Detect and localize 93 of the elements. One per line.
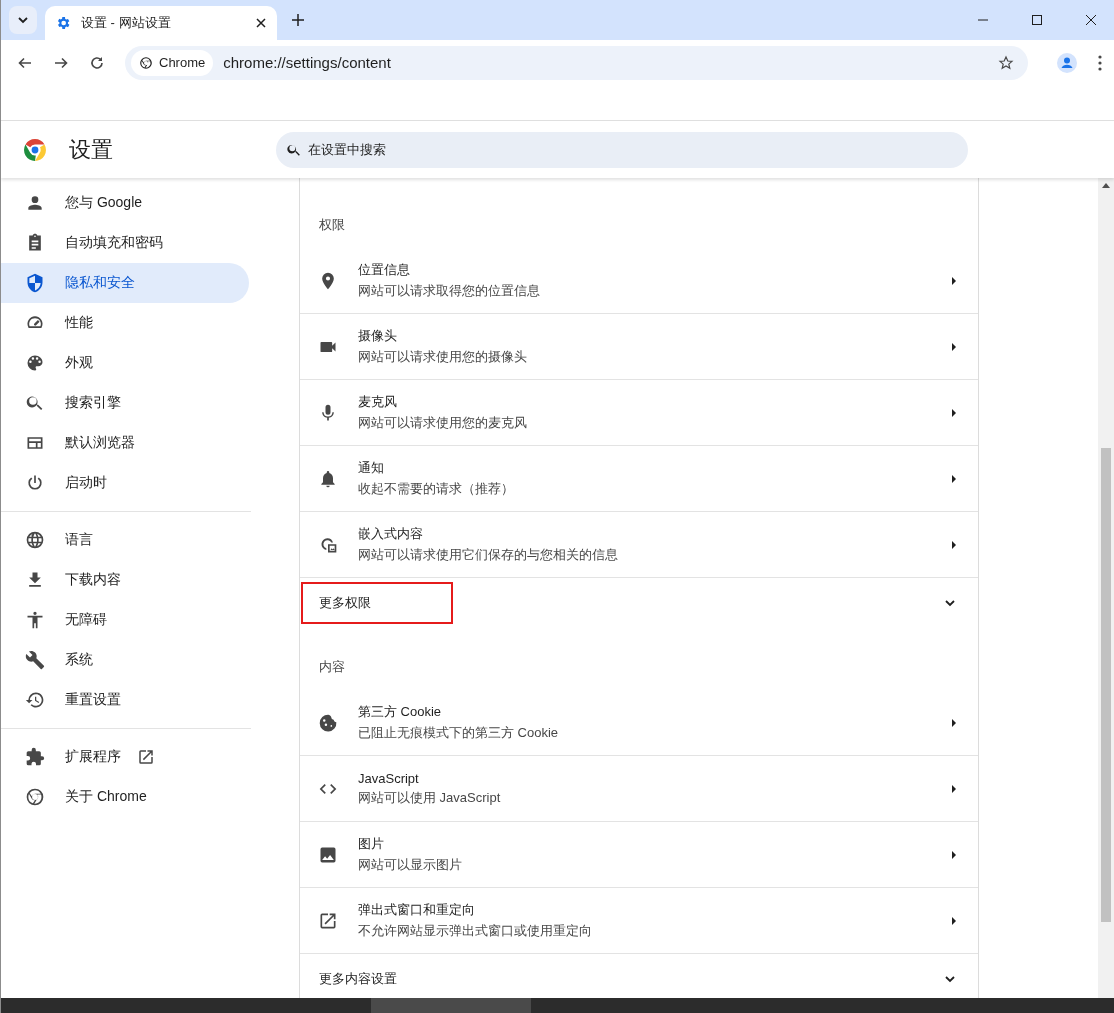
row-title: 更多内容设置 — [319, 970, 397, 988]
row-description: 已阻止无痕模式下的第三方 Cookie — [358, 724, 560, 742]
section-heading: 内容 — [318, 658, 346, 676]
settings-row[interactable]: JavaScript 网站可以使用 JavaScript — [300, 756, 978, 822]
new-tab-icon[interactable] — [291, 13, 305, 27]
arrow-right-icon — [950, 539, 958, 550]
settings-row[interactable]: 图片 网站可以显示图片 — [300, 822, 978, 888]
sidebar-item[interactable]: 关于 Chrome — [1, 777, 249, 817]
row-description: 网站可以请求使用它们保存的与您相关的信息 — [358, 546, 619, 564]
sidebar-item[interactable]: 无障碍 — [1, 600, 249, 640]
arrow-right-icon — [950, 473, 958, 484]
chip-label: Chrome — [159, 55, 206, 70]
settings-row[interactable]: 嵌入式内容 网站可以请求使用它们保存的与您相关的信息 — [300, 512, 978, 578]
arrow-right-icon — [950, 341, 958, 352]
row-title: JavaScript — [358, 770, 420, 786]
row-title: 弹出式窗口和重定向 — [358, 901, 476, 919]
more-menu-icon[interactable] — [1098, 54, 1102, 71]
globe-icon — [25, 530, 45, 550]
chevron-down-icon[interactable] — [944, 973, 956, 985]
puzzle-icon — [25, 747, 45, 767]
arrow-right-icon — [950, 849, 958, 860]
sidebar-item[interactable]: 性能 — [1, 303, 249, 343]
profile-avatar-icon[interactable] — [1056, 51, 1078, 74]
chevron-down-icon[interactable] — [944, 597, 956, 609]
settings-row[interactable]: 第三方 Cookie 已阻止无痕模式下的第三方 Cookie — [300, 690, 978, 756]
shield-icon — [25, 273, 45, 293]
address-bar[interactable]: Chrome chrome://settings/content — [125, 45, 1028, 80]
person-icon — [25, 193, 45, 213]
reload-icon[interactable] — [89, 54, 105, 71]
palette-icon — [25, 353, 45, 373]
page-title: 设置 — [69, 135, 114, 164]
close-icon[interactable] — [1085, 14, 1097, 26]
chrome-logo-icon — [23, 137, 47, 162]
settings-row[interactable]: 摄像头 网站可以请求使用您的摄像头 — [300, 314, 978, 380]
row-title: 通知 — [358, 459, 385, 477]
sidebar-item[interactable]: 隐私和安全 — [1, 263, 249, 303]
section-heading: 权限 — [318, 216, 346, 234]
settings-row[interactable]: 麦克风 网站可以请求使用您的麦克风 — [300, 380, 978, 446]
power-icon — [25, 473, 45, 493]
settings-row[interactable]: 位置信息 网站可以请求取得您的位置信息 — [300, 248, 978, 314]
settings-row[interactable]: 弹出式窗口和重定向 不允许网站显示弹出式窗口或使用重定向 — [300, 888, 978, 954]
scrollbar[interactable] — [1098, 178, 1114, 998]
arrow-right-icon — [950, 915, 958, 926]
star-icon[interactable] — [998, 54, 1014, 71]
chevron-down-icon — [17, 14, 29, 26]
tab-title: 设置 - 网站设置 — [81, 14, 172, 32]
sidebar-item[interactable]: 语言 — [1, 520, 249, 560]
sidebar-item[interactable]: 系统 — [1, 640, 249, 680]
browser-tab[interactable]: 设置 - 网站设置 — [45, 6, 277, 40]
maximize-icon[interactable] — [1031, 14, 1043, 26]
row-title: 摄像头 — [358, 327, 398, 345]
history-icon — [25, 690, 45, 710]
sidebar-item[interactable]: 默认浏览器 — [1, 423, 249, 463]
gear-icon — [55, 15, 71, 31]
url-text: chrome://settings/content — [223, 54, 391, 71]
row-description: 网站可以请求使用您的摄像头 — [358, 348, 528, 366]
arrow-right-icon — [950, 783, 958, 794]
row-title: 第三方 Cookie — [358, 703, 443, 721]
chrome-icon — [25, 787, 45, 807]
row-description: 网站可以显示图片 — [358, 856, 463, 874]
expand-row[interactable]: 更多权限 — [300, 578, 978, 628]
row-description: 网站可以使用 JavaScript — [358, 788, 502, 807]
scroll-up-icon[interactable] — [1102, 182, 1110, 188]
sidebar-item[interactable]: 启动时 — [1, 463, 249, 503]
close-icon[interactable] — [255, 17, 267, 29]
settings-row[interactable]: 通知 收起不需要的请求（推荐） — [300, 446, 978, 512]
arrow-right-icon — [950, 275, 958, 286]
sidebar-item[interactable]: 扩展程序 — [1, 737, 249, 777]
row-description: 收起不需要的请求（推荐） — [358, 480, 515, 498]
row-title: 图片 — [358, 835, 385, 853]
accessibility-icon — [25, 610, 45, 630]
sidebar-item[interactable]: 自动填充和密码 — [1, 223, 249, 263]
arrow-right-icon — [950, 717, 958, 728]
row-title: 位置信息 — [358, 261, 411, 279]
row-title: 麦克风 — [358, 393, 398, 411]
sidebar-item[interactable]: 您与 Google — [1, 183, 249, 223]
row-title: 嵌入式内容 — [358, 525, 424, 543]
site-chip[interactable]: Chrome — [131, 49, 214, 76]
row-description: 网站可以请求使用您的麦克风 — [358, 414, 528, 432]
sidebar-item[interactable]: 搜索引擎 — [1, 383, 249, 423]
sidebar-item[interactable]: 下载内容 — [1, 560, 249, 600]
arrow-right-icon — [950, 407, 958, 418]
sidebar-item[interactable]: 重置设置 — [1, 680, 249, 720]
search-field[interactable]: 在设置中搜索 — [276, 131, 968, 168]
row-description: 不允许网站显示弹出式窗口或使用重定向 — [358, 922, 593, 940]
expand-row[interactable]: 更多内容设置 — [300, 954, 978, 998]
scrollbar-thumb[interactable] — [1101, 448, 1111, 922]
sidebar-item[interactable]: 外观 — [1, 343, 249, 383]
wrench-icon — [25, 650, 45, 670]
row-description: 网站可以请求取得您的位置信息 — [358, 282, 541, 300]
row-title: 更多权限 — [303, 584, 451, 622]
tab-search-button[interactable] — [9, 6, 37, 34]
chrome-icon — [139, 55, 153, 70]
